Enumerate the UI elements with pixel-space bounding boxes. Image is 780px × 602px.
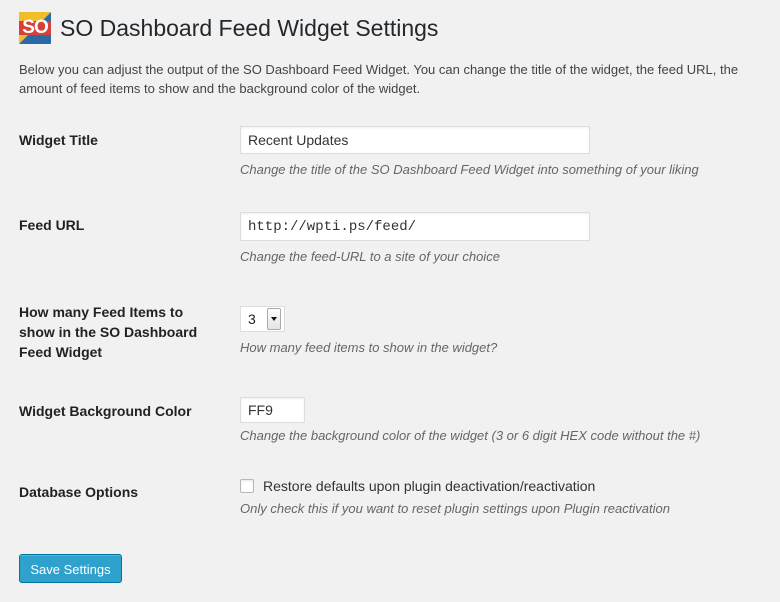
dropdown-arrow-icon[interactable] — [267, 308, 281, 330]
feed-url-field-wrap — [240, 212, 590, 241]
feed-items-label: How many Feed Items to show in the SO Da… — [19, 304, 198, 360]
feed-url-input[interactable] — [240, 212, 590, 241]
feed-items-selected-value: 3 — [248, 311, 256, 327]
restore-defaults-option[interactable]: Restore defaults upon plugin deactivatio… — [240, 478, 595, 494]
database-options-label: Database Options — [19, 484, 139, 500]
restore-defaults-checkbox-label[interactable]: Restore defaults upon plugin deactivatio… — [263, 478, 595, 494]
restore-defaults-checkbox[interactable] — [240, 479, 254, 493]
widget-title-description: Change the title of the SO Dashboard Fee… — [240, 162, 699, 177]
background-color-field-wrap — [240, 397, 305, 423]
plugin-logo: SO — [19, 12, 51, 44]
save-settings-button[interactable]: Save Settings — [19, 554, 122, 583]
page-header: SO SO Dashboard Feed Widget Settings — [19, 10, 438, 46]
feed-url-label: Feed URL — [19, 217, 85, 233]
page-title: SO Dashboard Feed Widget Settings — [60, 15, 439, 41]
background-color-label: Widget Background Color — [19, 403, 192, 419]
background-color-input[interactable] — [240, 397, 305, 423]
database-options-description: Only check this if you want to reset plu… — [240, 501, 670, 516]
widget-title-input[interactable] — [240, 126, 590, 154]
feed-url-description: Change the feed-URL to a site of your ch… — [240, 249, 500, 264]
feed-items-select[interactable]: 3 — [240, 306, 285, 332]
background-color-description: Change the background color of the widge… — [240, 428, 701, 443]
plugin-logo-text: SO — [22, 17, 48, 38]
widget-title-field-wrap — [240, 126, 590, 154]
feed-items-field-wrap: 3 — [240, 306, 285, 332]
widget-title-label: Widget Title — [19, 132, 98, 148]
feed-items-description: How many feed items to show in the widge… — [240, 340, 498, 355]
intro-text: Below you can adjust the output of the S… — [19, 62, 739, 96]
